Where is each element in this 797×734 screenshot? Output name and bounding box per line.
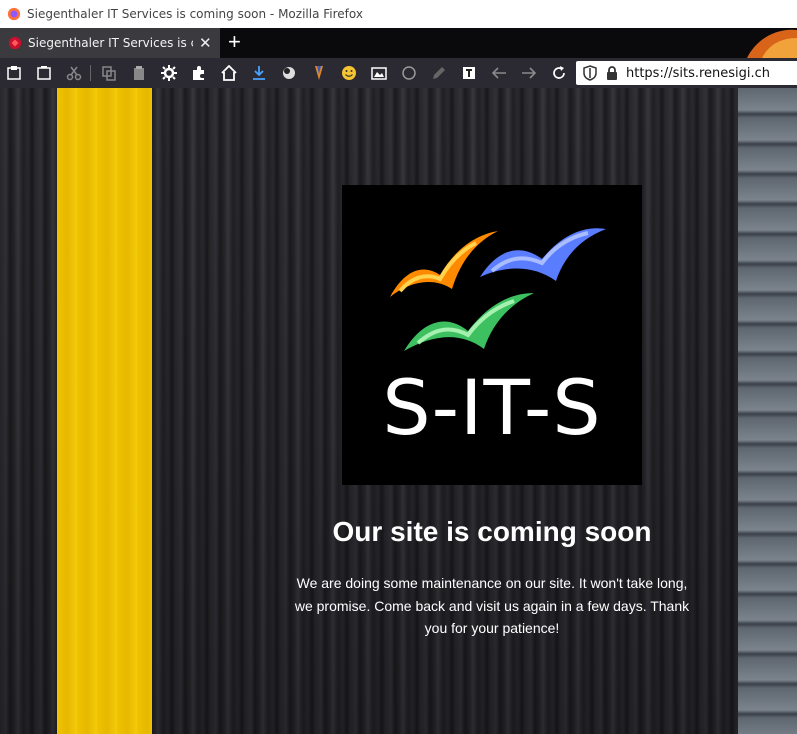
site-logo: S-IT-S (342, 185, 642, 485)
address-bar[interactable]: https://sits.renesigi.ch (576, 61, 797, 85)
url-text[interactable]: https://sits.renesigi.ch (626, 66, 770, 81)
extension-pen-icon[interactable] (307, 61, 331, 85)
back-arrow-icon[interactable] (487, 61, 511, 85)
extension-ball-icon[interactable] (277, 61, 301, 85)
forward-arrow-icon[interactable] (517, 61, 541, 85)
window-title-bar: Siegenthaler IT Services is coming soon … (0, 0, 797, 28)
downloads-icon[interactable] (247, 61, 271, 85)
window-title: Siegenthaler IT Services is coming soon … (27, 7, 363, 21)
reload-icon[interactable] (547, 61, 571, 85)
pencil-icon[interactable] (427, 61, 451, 85)
settings-gear-icon[interactable] (157, 61, 181, 85)
new-tab-button[interactable]: + (228, 30, 241, 54)
firefox-icon (7, 7, 21, 21)
page-title: Our site is coming soon (332, 516, 652, 547)
cut-icon[interactable] (62, 61, 86, 85)
page-content: S-IT-S Our site is coming soon We are do… (0, 88, 797, 734)
background-siding (738, 88, 797, 734)
tab-close-icon[interactable]: ✕ (199, 35, 212, 51)
reader-icon[interactable] (457, 61, 481, 85)
circle-icon[interactable] (397, 61, 421, 85)
emoji-icon[interactable] (337, 61, 361, 85)
navigation-toolbar: https://sits.renesigi.ch (0, 58, 797, 88)
save-as-icon[interactable] (32, 61, 56, 85)
theme-flame-decoration (747, 29, 797, 58)
tab-title: Siegenthaler IT Services is coming soon (28, 36, 193, 50)
tab-active[interactable]: Siegenthaler IT Services is coming soon … (0, 28, 220, 58)
background-yellow-stripe (57, 88, 152, 734)
lock-icon[interactable] (604, 65, 620, 81)
screenshot-icon[interactable] (367, 61, 391, 85)
home-icon[interactable] (217, 61, 241, 85)
logo-text: S-IT-S (382, 363, 602, 452)
tracking-shield-icon[interactable] (582, 65, 598, 81)
save-page-icon[interactable] (2, 61, 26, 85)
addons-puzzle-icon[interactable] (187, 61, 211, 85)
tab-strip: Siegenthaler IT Services is coming soon … (0, 28, 797, 58)
clipboard-icon[interactable] (127, 61, 151, 85)
toolbar-separator (90, 65, 91, 81)
maintenance-message: We are doing some maintenance on our sit… (294, 575, 690, 636)
copy-icon[interactable] (97, 61, 121, 85)
tab-favicon-icon (8, 36, 22, 50)
